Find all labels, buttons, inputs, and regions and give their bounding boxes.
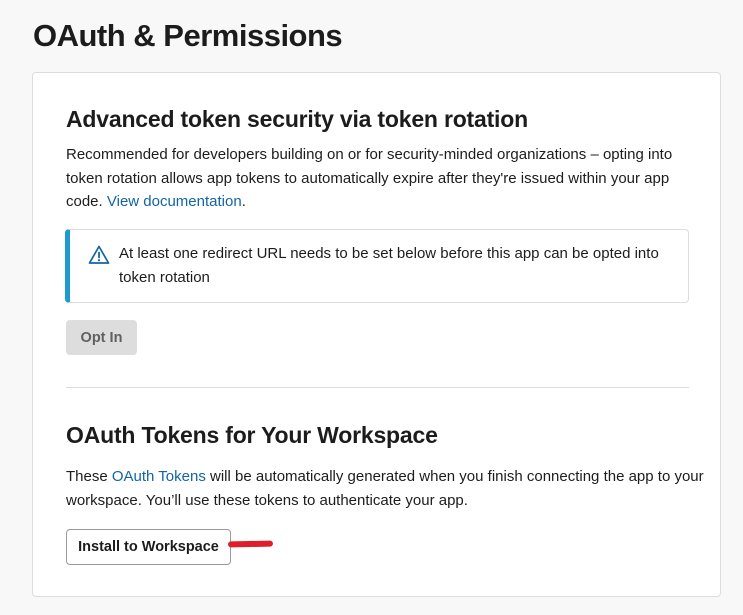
opt-in-button[interactable]: Opt In: [66, 320, 137, 355]
alert-message: At least one redirect URL needs to be se…: [119, 245, 659, 286]
token-settings-card: Advanced token security via token rotati…: [32, 72, 721, 597]
token-rotation-description-period: .: [241, 193, 246, 210]
oauth-tokens-description: These OAuth Tokens will be automatically…: [66, 465, 706, 512]
view-documentation-link[interactable]: View documentation: [107, 193, 242, 210]
oauth-description-start: These: [66, 468, 108, 485]
install-to-workspace-button[interactable]: Install to Workspace: [66, 529, 231, 565]
redirect-url-alert: At least one redirect URL needs to be se…: [65, 229, 689, 303]
oauth-tokens-link[interactable]: OAuth Tokens: [112, 468, 206, 485]
section-divider: [66, 387, 689, 388]
oauth-tokens-title: OAuth Tokens for Your Workspace: [66, 422, 438, 448]
page-title: OAuth & Permissions: [33, 18, 343, 53]
token-rotation-description: Recommended for developers building on o…: [66, 143, 706, 214]
warning-triangle-icon: [88, 245, 110, 264]
annotation-red-mark: [227, 540, 274, 548]
token-rotation-title: Advanced token security via token rotati…: [66, 106, 528, 132]
